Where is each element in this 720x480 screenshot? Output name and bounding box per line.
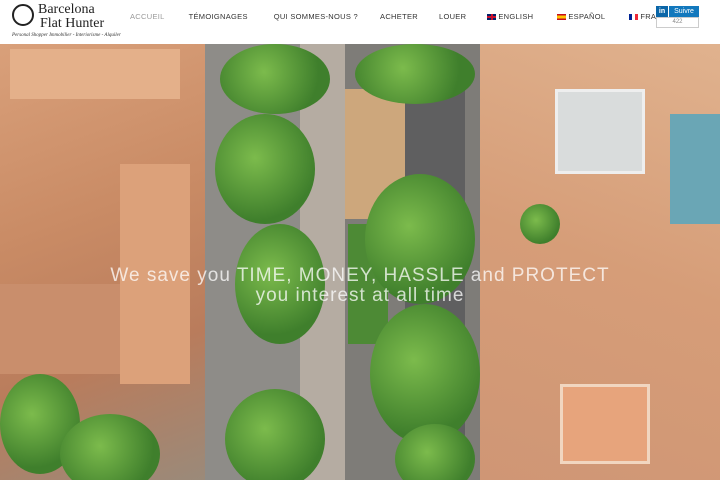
- site-header: Barcelona Flat Hunter Personal Shopper I…: [0, 0, 720, 44]
- logo[interactable]: Barcelona Flat Hunter Personal Shopper I…: [10, 2, 120, 40]
- main-nav: ACCUEIL TÉMOIGNAGES QUI SOMMES-NOUS ? AC…: [130, 12, 681, 21]
- nav-qui-sommes-nous[interactable]: QUI SOMMES-NOUS ?: [274, 12, 358, 21]
- spain-flag-icon: [557, 14, 566, 20]
- linkedin-follow-button[interactable]: in Suivre 422: [656, 6, 699, 30]
- nav-acheter[interactable]: ACHETER: [380, 12, 418, 21]
- linkedin-icon: in: [656, 6, 668, 17]
- nav-label: TÉMOIGNAGES: [189, 12, 248, 21]
- nav-espanol[interactable]: ESPAÑOL: [557, 12, 605, 21]
- france-flag-icon: [629, 14, 638, 20]
- hero-aerial-image: We save you TIME, MONEY, HASSLE and PROT…: [0, 44, 720, 480]
- nav-label: ACCUEIL: [130, 12, 165, 21]
- hero-tagline: We save you TIME, MONEY, HASSLE and PROT…: [0, 266, 720, 306]
- follower-count: 422: [656, 17, 699, 28]
- logo-mark-icon: [12, 4, 34, 26]
- follow-label: Suivre: [668, 6, 699, 17]
- nav-temoignages[interactable]: TÉMOIGNAGES: [189, 12, 248, 21]
- nav-label: ENGLISH: [498, 12, 533, 21]
- nav-accueil[interactable]: ACCUEIL: [130, 12, 165, 21]
- nav-english[interactable]: ENGLISH: [487, 12, 533, 21]
- nav-label: ACHETER: [380, 12, 418, 21]
- nav-label: ESPAÑOL: [568, 12, 605, 21]
- logo-tagline: Personal Shopper Immobilier - Interioris…: [12, 33, 121, 38]
- hero-line2: you interest at all time: [0, 286, 720, 306]
- nav-label: LOUER: [439, 12, 466, 21]
- nav-louer[interactable]: LOUER: [439, 12, 466, 21]
- logo-line2: Flat Hunter: [40, 16, 104, 32]
- nav-label: QUI SOMMES-NOUS ?: [274, 12, 358, 21]
- uk-flag-icon: [487, 14, 496, 20]
- hero-line1: We save you TIME, MONEY, HASSLE and PROT…: [0, 266, 720, 286]
